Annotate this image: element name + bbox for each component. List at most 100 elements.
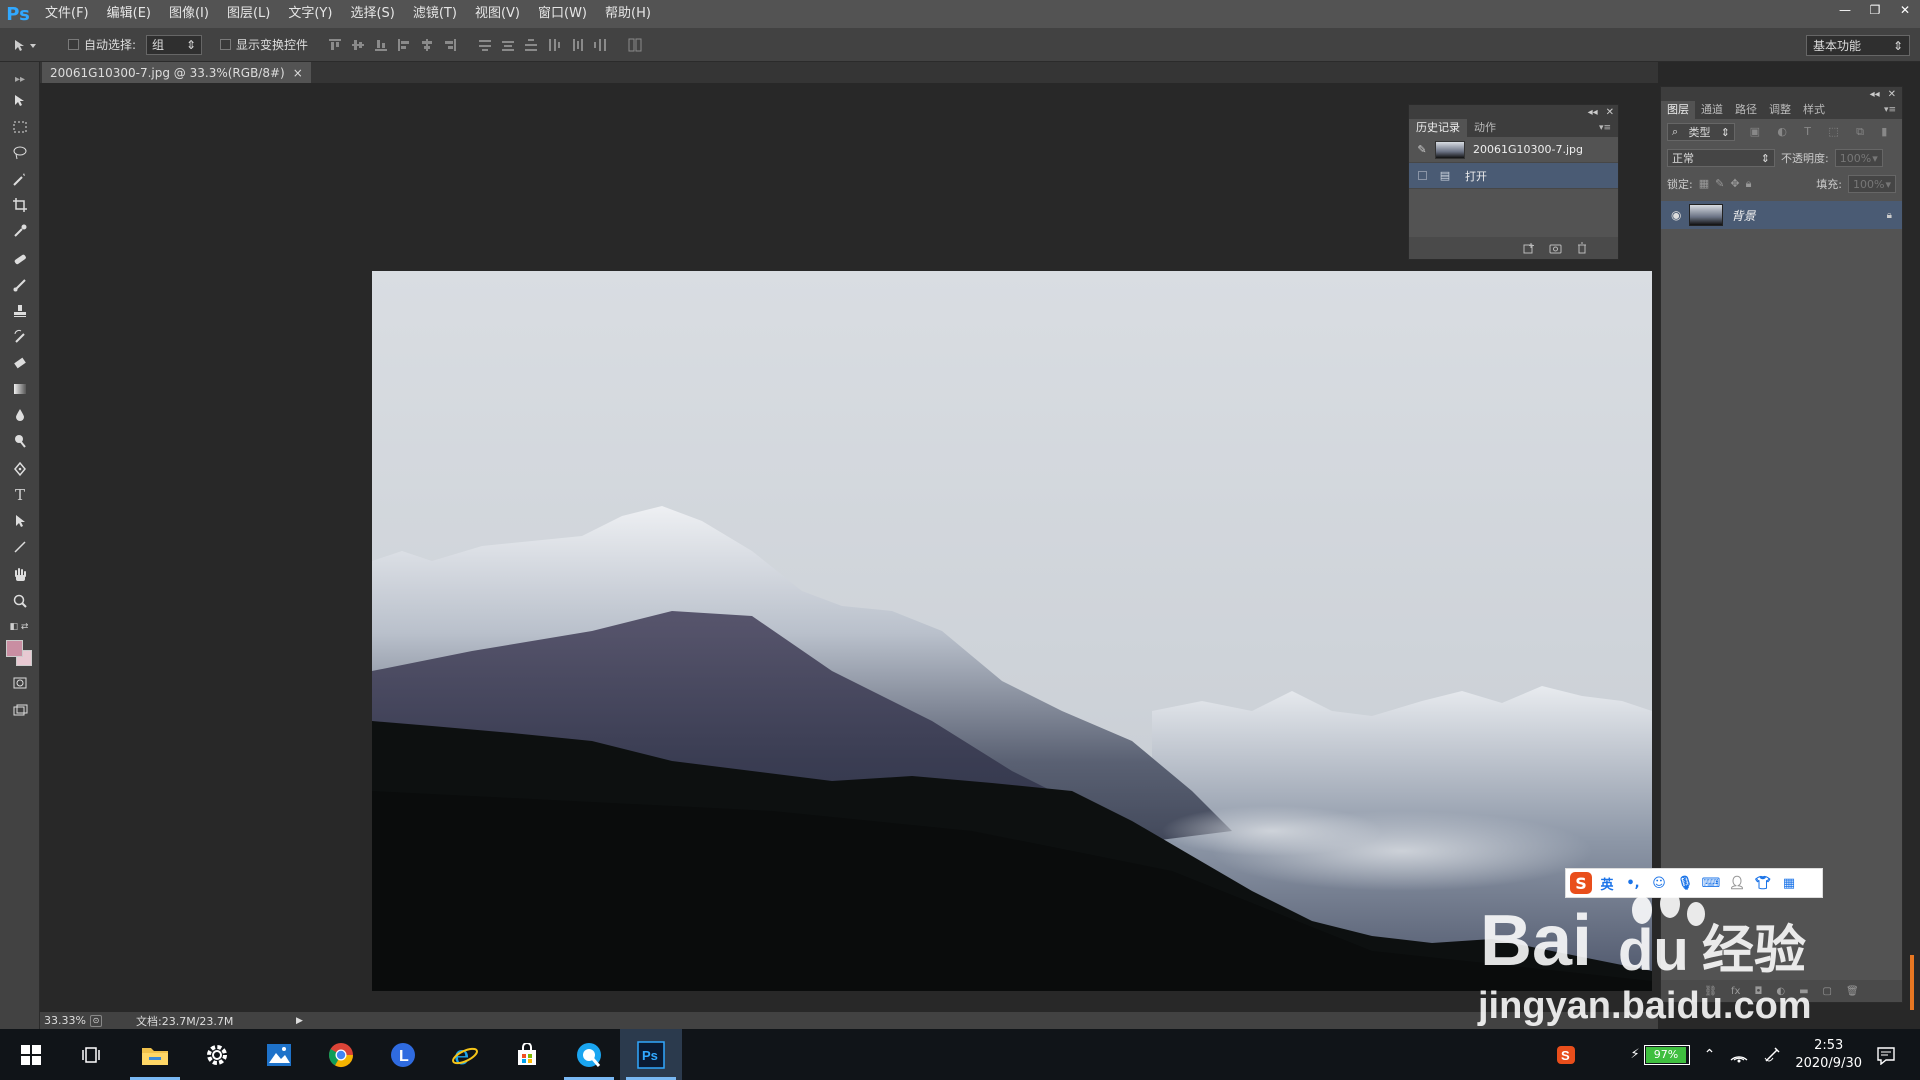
chevron-up-icon[interactable]: ⌃ xyxy=(1704,1047,1716,1063)
tab-actions[interactable]: 动作 xyxy=(1467,119,1503,137)
line-tool[interactable] xyxy=(9,536,31,558)
default-colors-icon[interactable]: ◧ ⇄ xyxy=(4,616,34,638)
eye-icon[interactable]: ◉ xyxy=(1671,208,1681,222)
taskbar-file-explorer[interactable] xyxy=(124,1029,186,1080)
taskbar-photos[interactable] xyxy=(248,1029,310,1080)
taskbar-chrome[interactable] xyxy=(310,1029,372,1080)
tab-history[interactable]: 历史记录 xyxy=(1409,119,1467,137)
dodge-tool[interactable] xyxy=(9,430,31,452)
layer-row-background[interactable]: ◉ 背景 🔒︎ xyxy=(1661,201,1902,229)
history-brush-tool[interactable] xyxy=(9,326,31,348)
smart-object-filter-icon[interactable]: ⧉ xyxy=(1856,125,1864,139)
path-select-tool[interactable] xyxy=(9,510,31,532)
trash-icon[interactable]: 🗑︎ xyxy=(1846,986,1859,997)
auto-select-dropdown[interactable]: 组 ⇕ xyxy=(146,34,203,55)
menu-layer[interactable]: 图层(L) xyxy=(218,0,279,28)
lock-all-icon[interactable]: 🔒︎ xyxy=(1746,177,1758,190)
shape-filter-icon[interactable]: ⬚ xyxy=(1828,125,1838,139)
restore-button[interactable]: ❐ xyxy=(1860,0,1890,20)
play-icon[interactable]: ▶ xyxy=(296,1016,303,1026)
tab-paths[interactable]: 路径 xyxy=(1729,101,1763,119)
close-icon[interactable]: ✕ xyxy=(1606,107,1614,118)
distribute-bottom-icon[interactable] xyxy=(522,36,539,53)
document-image[interactable] xyxy=(372,271,1652,991)
menu-select[interactable]: 选择(S) xyxy=(341,0,403,28)
show-transform-checkbox[interactable]: 显示变换控件 xyxy=(220,36,308,53)
brush-tool[interactable] xyxy=(9,274,31,296)
pen-tool[interactable] xyxy=(9,458,31,480)
panel-menu-icon[interactable]: ▾≡ xyxy=(1592,119,1618,137)
history-item[interactable]: ▤ 打开 xyxy=(1409,163,1618,189)
eraser-tool[interactable] xyxy=(9,352,31,374)
move-tool-preset[interactable] xyxy=(0,38,50,52)
type-tool[interactable]: T xyxy=(9,484,31,506)
taskbar-settings[interactable] xyxy=(186,1029,248,1080)
auto-align-layers-icon[interactable] xyxy=(626,36,643,53)
minimize-button[interactable]: — xyxy=(1830,0,1860,20)
taskbar-lenovo[interactable]: L xyxy=(372,1029,434,1080)
menu-help[interactable]: 帮助(H) xyxy=(596,0,660,28)
collapse-arrows-icon[interactable]: ▸▸ xyxy=(9,68,31,90)
distribute-top-icon[interactable] xyxy=(476,36,493,53)
pixel-filter-icon[interactable]: ▣ xyxy=(1750,125,1760,139)
wifi-icon[interactable] xyxy=(1729,1046,1749,1064)
panel-menu-icon[interactable]: ▾≡ xyxy=(1878,101,1902,119)
adjustment-filter-icon[interactable]: ◐ xyxy=(1777,125,1787,139)
filter-type-dropdown[interactable]: ⌕ 类型 ⇕ xyxy=(1667,123,1735,141)
task-view-button[interactable] xyxy=(62,1029,124,1080)
fill-input[interactable]: 100% ▾ xyxy=(1848,175,1896,193)
healing-brush-tool[interactable] xyxy=(9,248,31,270)
align-hcenter-icon[interactable] xyxy=(418,36,435,53)
tab-channels[interactable]: 通道 xyxy=(1695,101,1729,119)
distribute-right-icon[interactable] xyxy=(591,36,608,53)
brush-source-icon[interactable]: ✎ xyxy=(1409,143,1435,156)
menu-type[interactable]: 文字(Y) xyxy=(279,0,341,28)
menu-file[interactable]: 文件(F) xyxy=(36,0,98,28)
tab-styles[interactable]: 样式 xyxy=(1797,101,1831,119)
quick-select-tool[interactable] xyxy=(9,168,31,190)
export-icon[interactable]: ⊙ xyxy=(90,1014,102,1027)
menu-filter[interactable]: 滤镜(T) xyxy=(404,0,466,28)
hand-tool[interactable] xyxy=(9,564,31,586)
foreground-color-swatch[interactable] xyxy=(6,640,23,657)
taskbar-ie[interactable]: e xyxy=(434,1029,496,1080)
lasso-tool[interactable] xyxy=(9,142,31,164)
menu-view[interactable]: 视图(V) xyxy=(466,0,529,28)
tab-layers[interactable]: 图层 xyxy=(1661,101,1695,119)
distribute-left-icon[interactable] xyxy=(545,36,562,53)
collapse-icon[interactable]: ◂◂ xyxy=(1870,89,1880,100)
align-left-icon[interactable] xyxy=(395,36,412,53)
scroll-indicator[interactable] xyxy=(1910,955,1914,1010)
zoom-tool[interactable] xyxy=(9,590,31,612)
eyedropper-tool[interactable] xyxy=(9,220,31,242)
battery-indicator[interactable]: ⚡︎ 97% xyxy=(1630,1044,1690,1065)
quick-mask-tool[interactable] xyxy=(9,672,31,694)
close-icon[interactable]: × xyxy=(293,66,303,80)
align-right-icon[interactable] xyxy=(441,36,458,53)
clock[interactable]: 2:53 2020/9/30 xyxy=(1795,1037,1862,1073)
align-vcenter-icon[interactable] xyxy=(349,36,366,53)
close-icon[interactable]: ✕ xyxy=(1888,89,1896,100)
menu-window[interactable]: 窗口(W) xyxy=(529,0,596,28)
lock-transparent-icon[interactable]: ▦ xyxy=(1699,177,1715,190)
blend-mode-dropdown[interactable]: 正常 ⇕ xyxy=(1667,149,1775,167)
notification-icon[interactable] xyxy=(1876,1045,1896,1065)
screen-mode-tool[interactable] xyxy=(9,700,31,722)
gradient-tool[interactable] xyxy=(9,378,31,400)
menu-image[interactable]: 图像(I) xyxy=(160,0,218,28)
move-tool[interactable] xyxy=(9,90,31,112)
sogou-tray-icon[interactable]: S xyxy=(1556,1045,1576,1065)
distribute-vcenter-icon[interactable] xyxy=(499,36,516,53)
filter-toggle-icon[interactable]: ▮ xyxy=(1881,125,1887,139)
type-filter-icon[interactable]: T xyxy=(1804,125,1811,139)
tab-adjustments[interactable]: 调整 xyxy=(1763,101,1797,119)
document-tab[interactable]: 20061G10300-7.jpg @ 33.3%(RGB/8#) × xyxy=(42,62,311,83)
taskbar-store[interactable] xyxy=(496,1029,558,1080)
opacity-input[interactable]: 100% ▾ xyxy=(1834,149,1883,167)
lock-pixels-icon[interactable]: ✎ xyxy=(1715,177,1730,190)
history-snapshot[interactable]: ✎ 20061G10300-7.jpg xyxy=(1409,137,1618,163)
taskbar-photoshop[interactable]: Ps xyxy=(620,1029,682,1080)
align-bottom-icon[interactable] xyxy=(372,36,389,53)
auto-select-checkbox[interactable]: 自动选择: xyxy=(68,36,136,53)
clone-stamp-tool[interactable] xyxy=(9,300,31,322)
